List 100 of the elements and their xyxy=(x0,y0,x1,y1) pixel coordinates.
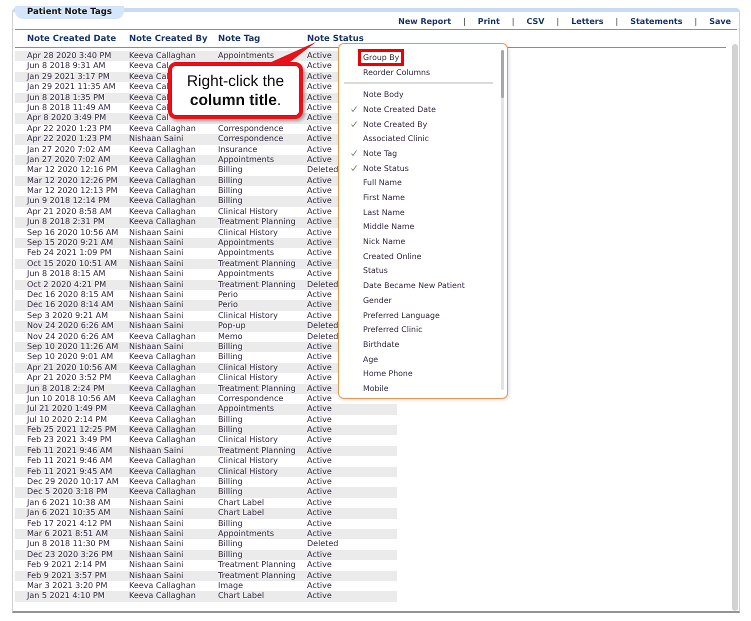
table-cell: Apr 21 2020 3:52 PM xyxy=(27,373,112,382)
table-cell: Active xyxy=(307,570,332,580)
table-cell: Active xyxy=(307,269,332,278)
table-cell: Active xyxy=(307,176,332,185)
table-cell: Active xyxy=(307,196,332,206)
table-cell: Jan 6 2021 10:35 AM xyxy=(27,508,110,518)
table-cell: Active xyxy=(307,425,332,434)
table-cell: Active xyxy=(307,580,332,590)
table-cell: Keeva Callaghan xyxy=(129,404,196,414)
table-cell: Active xyxy=(307,186,332,196)
table-cell: Billing xyxy=(218,487,243,496)
table-cell: Billing xyxy=(218,550,243,559)
separator: | xyxy=(556,17,560,26)
column-header[interactable]: Note Created Date xyxy=(27,34,129,44)
table-cell: Nishaan Saini xyxy=(129,134,184,144)
toolbar-link[interactable]: Save xyxy=(709,17,731,26)
table-cell: Jun 8 2018 2:31 PM xyxy=(27,217,105,226)
table-cell: Mar 3 2021 3:20 PM xyxy=(27,580,108,590)
table-cell: Correspondence xyxy=(218,134,284,144)
table-cell: Active xyxy=(307,310,332,320)
column-header[interactable]: Note Status xyxy=(307,34,377,44)
toolbar-link[interactable]: Statements xyxy=(630,17,682,26)
table-cell: Keeva Callaghan xyxy=(129,144,196,154)
table-cell: Jan 27 2020 7:02 AM xyxy=(27,144,110,154)
table-cell: Deleted xyxy=(307,165,338,174)
table-cell: Feb 17 2021 4:12 PM xyxy=(27,518,112,528)
table-cell: Nishaan Saini xyxy=(129,550,184,559)
table-cell: Active xyxy=(307,290,332,299)
table-cell: Treatment Planning xyxy=(218,570,296,580)
table-cell: Active xyxy=(307,228,332,237)
table-cell: Billing xyxy=(218,477,243,486)
table-cell: Nishaan Saini xyxy=(129,290,184,299)
table-cell: Feb 11 2021 9:45 AM xyxy=(27,466,112,476)
table-cell: Active xyxy=(307,591,332,600)
table-cell: Active xyxy=(307,550,332,559)
table-cell: Billing xyxy=(218,342,243,351)
table-cell: Nishaan Saini xyxy=(129,300,184,310)
table-cell: Nishaan Saini xyxy=(129,269,184,278)
table-cell: Active xyxy=(307,518,332,528)
separator: | xyxy=(616,17,618,26)
table-cell: Keeva Callaghan xyxy=(129,206,196,216)
toolbar-link[interactable]: New Report xyxy=(398,17,452,26)
table-cell: Chart Label xyxy=(218,498,264,507)
table-cell: Clinical History xyxy=(218,456,278,466)
table-cell: Deleted xyxy=(307,321,338,330)
table-cell: Treatment Planning xyxy=(218,384,296,392)
table-cell: Keeva Cal xyxy=(129,82,169,92)
table-cell: Active xyxy=(307,414,332,424)
table-cell: Pop-up xyxy=(218,321,246,330)
table-cell: Active xyxy=(307,238,332,248)
column-header[interactable]: Note Tag xyxy=(218,34,307,44)
table-cell: Active xyxy=(307,560,332,570)
table-cell: Jan 29 2021 11:35 AM xyxy=(27,82,116,92)
separator: | xyxy=(463,17,466,26)
table-cell: Mar 6 2021 8:51 AM xyxy=(27,528,108,538)
table-cell: Keeva Callaghan xyxy=(129,176,196,185)
toolbar-link[interactable]: Letters xyxy=(571,17,604,26)
table-cell: Keeva Callaghan xyxy=(129,124,196,133)
table-cell: Jan 6 2021 10:38 AM xyxy=(27,498,110,507)
table-cell: Apr 28 2020 3:40 PM xyxy=(27,51,112,60)
table-cell: Keeva Callaghan xyxy=(129,477,196,486)
table-cell: Nov 24 2020 6:26 AM xyxy=(27,332,114,341)
table-cell: Active xyxy=(307,134,332,144)
table-cell: Keeva Cal xyxy=(129,92,169,102)
table-cell: Keeva Callaghan xyxy=(129,466,196,476)
table-cell: Memo xyxy=(218,332,243,341)
table-cell: Active xyxy=(307,435,332,444)
table-cell: Active xyxy=(307,384,332,392)
table-cell: Dec 29 2020 10:17 AM xyxy=(27,477,119,486)
table-cell: Nishaan Saini xyxy=(129,446,184,455)
table-cell: Correspondence xyxy=(218,394,284,403)
toolbar-link[interactable]: CSV xyxy=(526,17,544,26)
table-cell: Feb 25 2021 12:25 PM xyxy=(27,425,117,434)
table-cell: Active xyxy=(307,72,332,81)
table-cell: Treatment Planning xyxy=(218,258,296,268)
table-cell: Apr 8 2020 3:49 PM xyxy=(27,113,106,122)
table-cell: Sep 15 2020 9:21 AM xyxy=(27,238,114,248)
scrollbar[interactable] xyxy=(732,44,738,611)
table-cell: Jun 8 2018 11:49 AM xyxy=(27,102,111,112)
table-cell: Mar 12 2020 12:26 PM xyxy=(27,176,118,185)
table-cell: Jul 10 2020 2:14 PM xyxy=(27,414,108,424)
toolbar-link[interactable]: Print xyxy=(478,17,500,26)
table-cell: Active xyxy=(307,61,332,70)
table-cell: Clinical History xyxy=(218,466,278,476)
table-cell: Keeva Callaghan xyxy=(129,186,196,196)
table-cell: Nishaan Saini xyxy=(129,248,184,258)
table-cell: Keeva Callaghan xyxy=(129,425,196,434)
table-cell: Jun 10 2018 10:56 AM xyxy=(27,394,116,403)
table-cell: Oct 2 2020 4:21 PM xyxy=(27,280,106,289)
table-cell: Sep 10 2020 11:26 AM xyxy=(27,342,118,351)
table-cell: Active xyxy=(307,456,332,466)
column-header[interactable]: Note Created By xyxy=(129,34,218,44)
table-cell: Feb 23 2021 3:49 PM xyxy=(27,435,112,444)
table-cell: Appointments xyxy=(218,528,274,538)
table-cell: Appointments xyxy=(218,248,274,258)
table-cell: Billing xyxy=(218,425,243,434)
table-cell: Appointments xyxy=(218,154,274,164)
table-cell: Active xyxy=(307,362,332,372)
table-cell: Nishaan Saini xyxy=(129,508,184,518)
table-cell: Feb 9 2021 3:57 PM xyxy=(27,570,106,580)
